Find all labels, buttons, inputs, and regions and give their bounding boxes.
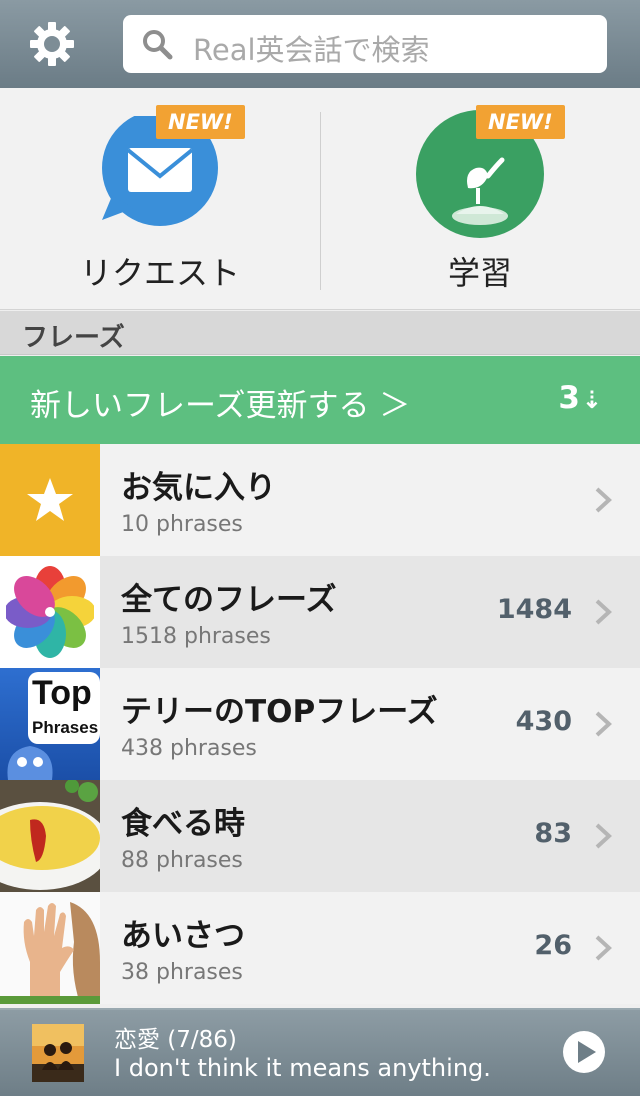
gear-icon[interactable]	[28, 20, 76, 68]
greeting-thumbnail	[0, 892, 100, 1004]
list-item-count: 26	[534, 930, 572, 961]
omelet-thumbnail	[0, 780, 100, 892]
list-item-count: 83	[534, 818, 572, 849]
album-art	[32, 1024, 84, 1082]
download-arrow-icon: ⇣	[581, 386, 602, 414]
omurice-image	[0, 780, 100, 892]
list-item-subtitle: 88 phrases	[121, 848, 243, 873]
request-label: リクエスト	[79, 254, 240, 292]
chevron-right-icon	[595, 935, 612, 961]
list-item-title: 全てのフレーズ	[121, 582, 337, 618]
new-badge: NEW!	[156, 105, 245, 139]
list-item-count: 430	[515, 706, 572, 737]
update-text: 新しいフレーズ更新する ＞	[30, 388, 411, 424]
mascot-icon	[7, 746, 53, 780]
search-placeholder: Real英会話で検索	[193, 33, 430, 67]
pinwheel-thumbnail	[0, 556, 100, 668]
list-item-subtitle: 10 phrases	[121, 512, 243, 537]
request-button[interactable]: NEW! リクエスト	[0, 88, 320, 310]
now-playing-phrase: I don't think it means anything.	[114, 1054, 491, 1082]
list-item-title: お気に入り	[121, 470, 276, 506]
waving-hand-image	[0, 892, 100, 1004]
list-item-subtitle: 438 phrases	[121, 736, 257, 761]
update-phrases-button[interactable]: 新しいフレーズ更新する ＞ 3 ⇣	[0, 356, 640, 444]
section-title: フレーズ	[22, 323, 125, 353]
list-item-all-phrases[interactable]: 全てのフレーズ 1518 phrases 1484	[0, 556, 640, 668]
list-item-eating[interactable]: 食べる時 88 phrases 83	[0, 780, 640, 892]
list-item-title: 食べる時	[121, 806, 245, 842]
search-input[interactable]: Real英会話で検索	[123, 15, 607, 73]
section-header: フレーズ	[0, 311, 640, 355]
play-icon[interactable]	[562, 1030, 606, 1074]
sunset-couple-image	[32, 1024, 84, 1082]
study-button[interactable]: NEW! 学習	[320, 88, 640, 310]
top-bar: Real英会話で検索	[0, 0, 640, 88]
list-item-count: 1484	[496, 594, 572, 625]
now-playing-category: 恋愛 (7/86)	[114, 1027, 237, 1053]
chevron-right-icon	[595, 711, 612, 737]
chevron-right-icon	[595, 823, 612, 849]
feature-panel: NEW! リクエスト NEW! 学習	[0, 88, 640, 310]
star-icon	[27, 478, 73, 521]
thumb-top-text: Top	[32, 674, 92, 712]
list-item-subtitle: 38 phrases	[121, 960, 243, 985]
pinwheel-icon	[6, 566, 94, 658]
top-phrases-thumbnail: Top Phrases	[0, 668, 100, 780]
list-item-title: テリーのTOPフレーズ	[121, 694, 438, 730]
now-playing-bar[interactable]: 恋愛 (7/86) I don't think it means anythin…	[0, 1008, 640, 1096]
star-thumbnail	[0, 444, 100, 556]
chevron-right-icon	[595, 487, 612, 513]
update-count: 3	[558, 380, 580, 416]
list-item-subtitle: 1518 phrases	[121, 624, 271, 649]
chevron-right-icon	[595, 599, 612, 625]
search-icon	[143, 30, 173, 60]
list-item-title: あいさつ	[121, 918, 245, 954]
list-item-greetings[interactable]: あいさつ 38 phrases 26	[0, 892, 640, 1004]
new-badge: NEW!	[476, 105, 565, 139]
list-item-top-phrases[interactable]: Top Phrases テリーのTOPフレーズ 438 phrases 430	[0, 668, 640, 780]
category-list: お気に入り 10 phrases 全てのフレーズ 1518 phrases 14…	[0, 444, 640, 1004]
study-label: 学習	[447, 254, 512, 292]
list-item-favorites[interactable]: お気に入り 10 phrases	[0, 444, 640, 556]
